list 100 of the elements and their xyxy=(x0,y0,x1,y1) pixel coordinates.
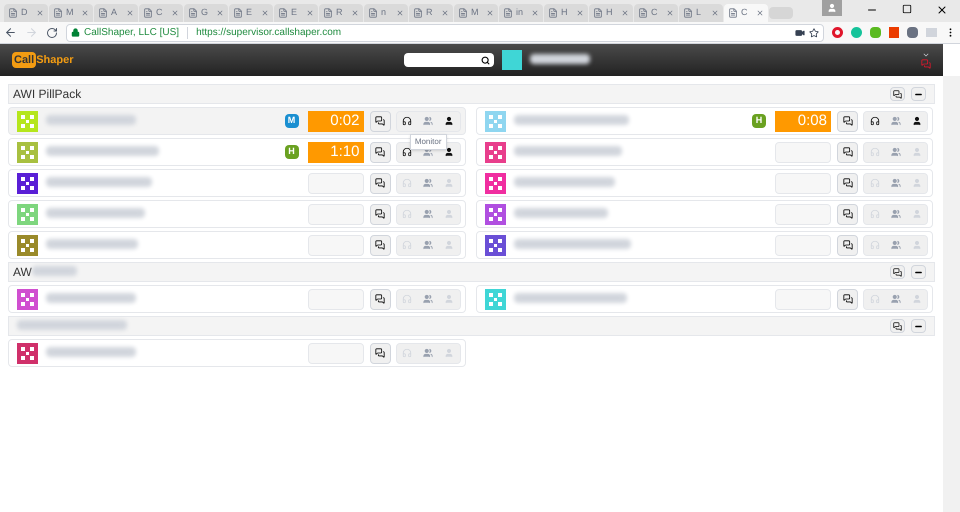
chat-button[interactable] xyxy=(837,234,858,256)
address-bar[interactable]: CallShaper, LLC [US] https://supervisor.callshaper.com xyxy=(66,24,824,42)
collapse-button[interactable] xyxy=(911,87,926,101)
browser-tab[interactable]: E xyxy=(274,4,318,22)
chat-button[interactable] xyxy=(890,319,905,333)
chat-button[interactable] xyxy=(837,172,858,194)
favicon-icon xyxy=(188,8,198,18)
browser-tab[interactable]: L xyxy=(679,4,723,22)
reload-icon[interactable] xyxy=(46,26,58,38)
close-icon[interactable] xyxy=(936,4,948,16)
user-icon xyxy=(912,240,922,250)
chat-icon xyxy=(375,209,385,219)
url-text: https://supervisor.callshaper.com xyxy=(196,26,342,40)
tab-title: G xyxy=(201,6,208,20)
chat-button[interactable] xyxy=(370,288,390,310)
browser-tab[interactable]: R xyxy=(409,4,453,22)
chat-button[interactable] xyxy=(370,172,390,194)
user-icon xyxy=(912,294,922,304)
browser-tab[interactable]: H xyxy=(589,4,633,22)
headset-icon xyxy=(870,240,880,250)
tooltip: Monitor xyxy=(410,134,446,150)
call-timer: 0:08 xyxy=(775,110,831,132)
search-field[interactable] xyxy=(404,53,494,67)
browser-tab[interactable]: in xyxy=(499,4,543,22)
chat-button[interactable] xyxy=(890,87,905,101)
browser-tab[interactable]: C xyxy=(724,4,768,22)
timer-field xyxy=(308,342,364,364)
chat-button[interactable] xyxy=(837,288,858,310)
headset-icon xyxy=(402,348,412,358)
timer-field xyxy=(775,172,831,194)
tab-title: E xyxy=(291,6,298,20)
extension-icon[interactable] xyxy=(832,27,843,38)
tab-title: M xyxy=(66,6,74,20)
back-icon[interactable] xyxy=(4,26,17,39)
favicon-icon xyxy=(368,8,378,18)
favicon-icon xyxy=(458,8,468,18)
restore-icon[interactable] xyxy=(902,4,912,14)
timer-field xyxy=(775,204,831,224)
tab-title: R xyxy=(426,6,432,20)
browser-tab[interactable]: E xyxy=(229,4,273,22)
users-icon xyxy=(890,240,900,250)
user-icon xyxy=(912,147,922,157)
browser-tab[interactable]: C xyxy=(634,4,678,22)
search-icon xyxy=(481,56,490,64)
chat-button[interactable] xyxy=(837,142,858,162)
chat-button[interactable] xyxy=(837,110,858,132)
browser-tab[interactable]: n xyxy=(364,4,408,22)
browser-tab[interactable]: M xyxy=(49,4,93,22)
chat-button[interactable] xyxy=(370,342,390,364)
chat-button[interactable] xyxy=(370,110,390,132)
group-title: AWI PillPack xyxy=(13,86,82,103)
tab-title: n xyxy=(381,6,386,20)
headset-icon xyxy=(870,294,880,304)
browser-tab[interactable]: A xyxy=(94,4,138,22)
browser-tab[interactable]: C xyxy=(139,4,183,22)
collapse-button[interactable] xyxy=(911,319,926,333)
browser-tab[interactable]: R xyxy=(319,4,363,22)
tab-title: in xyxy=(516,6,524,20)
tab-title: A xyxy=(111,6,118,20)
extension-icon[interactable] xyxy=(870,27,881,38)
blurred-user-name xyxy=(530,54,590,64)
chat-button[interactable] xyxy=(370,234,390,256)
browser-tab[interactable]: D xyxy=(4,4,48,22)
timer-field xyxy=(308,204,364,224)
chat-icon xyxy=(893,268,902,276)
headset-icon xyxy=(402,147,412,157)
user-icon xyxy=(912,209,922,219)
chat-button[interactable] xyxy=(370,142,390,162)
chat-icon xyxy=(375,178,385,188)
chat-button[interactable] xyxy=(890,265,905,279)
tab-title: H xyxy=(561,6,568,20)
profile-button[interactable] xyxy=(822,0,842,16)
logo: Call Shaper xyxy=(12,52,74,68)
favicon-icon xyxy=(143,8,153,18)
headset-icon xyxy=(402,178,412,188)
bookmark-icon[interactable] xyxy=(809,28,819,38)
user-icon xyxy=(912,178,922,188)
extension-icon[interactable] xyxy=(851,27,862,38)
users-icon xyxy=(423,147,433,157)
call-timer: 1:10 xyxy=(308,142,364,162)
user-icon xyxy=(444,147,454,157)
dropdown-icon[interactable] xyxy=(922,51,930,59)
extension-icon[interactable] xyxy=(907,27,918,38)
call-timer: 0:02 xyxy=(308,110,364,132)
browser-tab[interactable]: M xyxy=(454,4,498,22)
secure-label: CallShaper, LLC [US] xyxy=(84,26,180,40)
collapse-button[interactable] xyxy=(911,265,926,279)
tab-title: M xyxy=(471,6,478,20)
chat-button[interactable] xyxy=(837,204,858,224)
chat-button[interactable] xyxy=(370,204,390,224)
tab-title: C xyxy=(741,6,748,20)
user-icon xyxy=(444,294,454,304)
timer-field xyxy=(775,234,831,256)
browser-tab[interactable]: G xyxy=(184,4,228,22)
headset-icon xyxy=(402,209,412,219)
lock-icon xyxy=(71,28,80,37)
user-icon xyxy=(912,116,922,126)
tab-title: E xyxy=(246,6,252,20)
scrollbar[interactable] xyxy=(943,76,960,512)
browser-tab[interactable]: H xyxy=(544,4,588,22)
